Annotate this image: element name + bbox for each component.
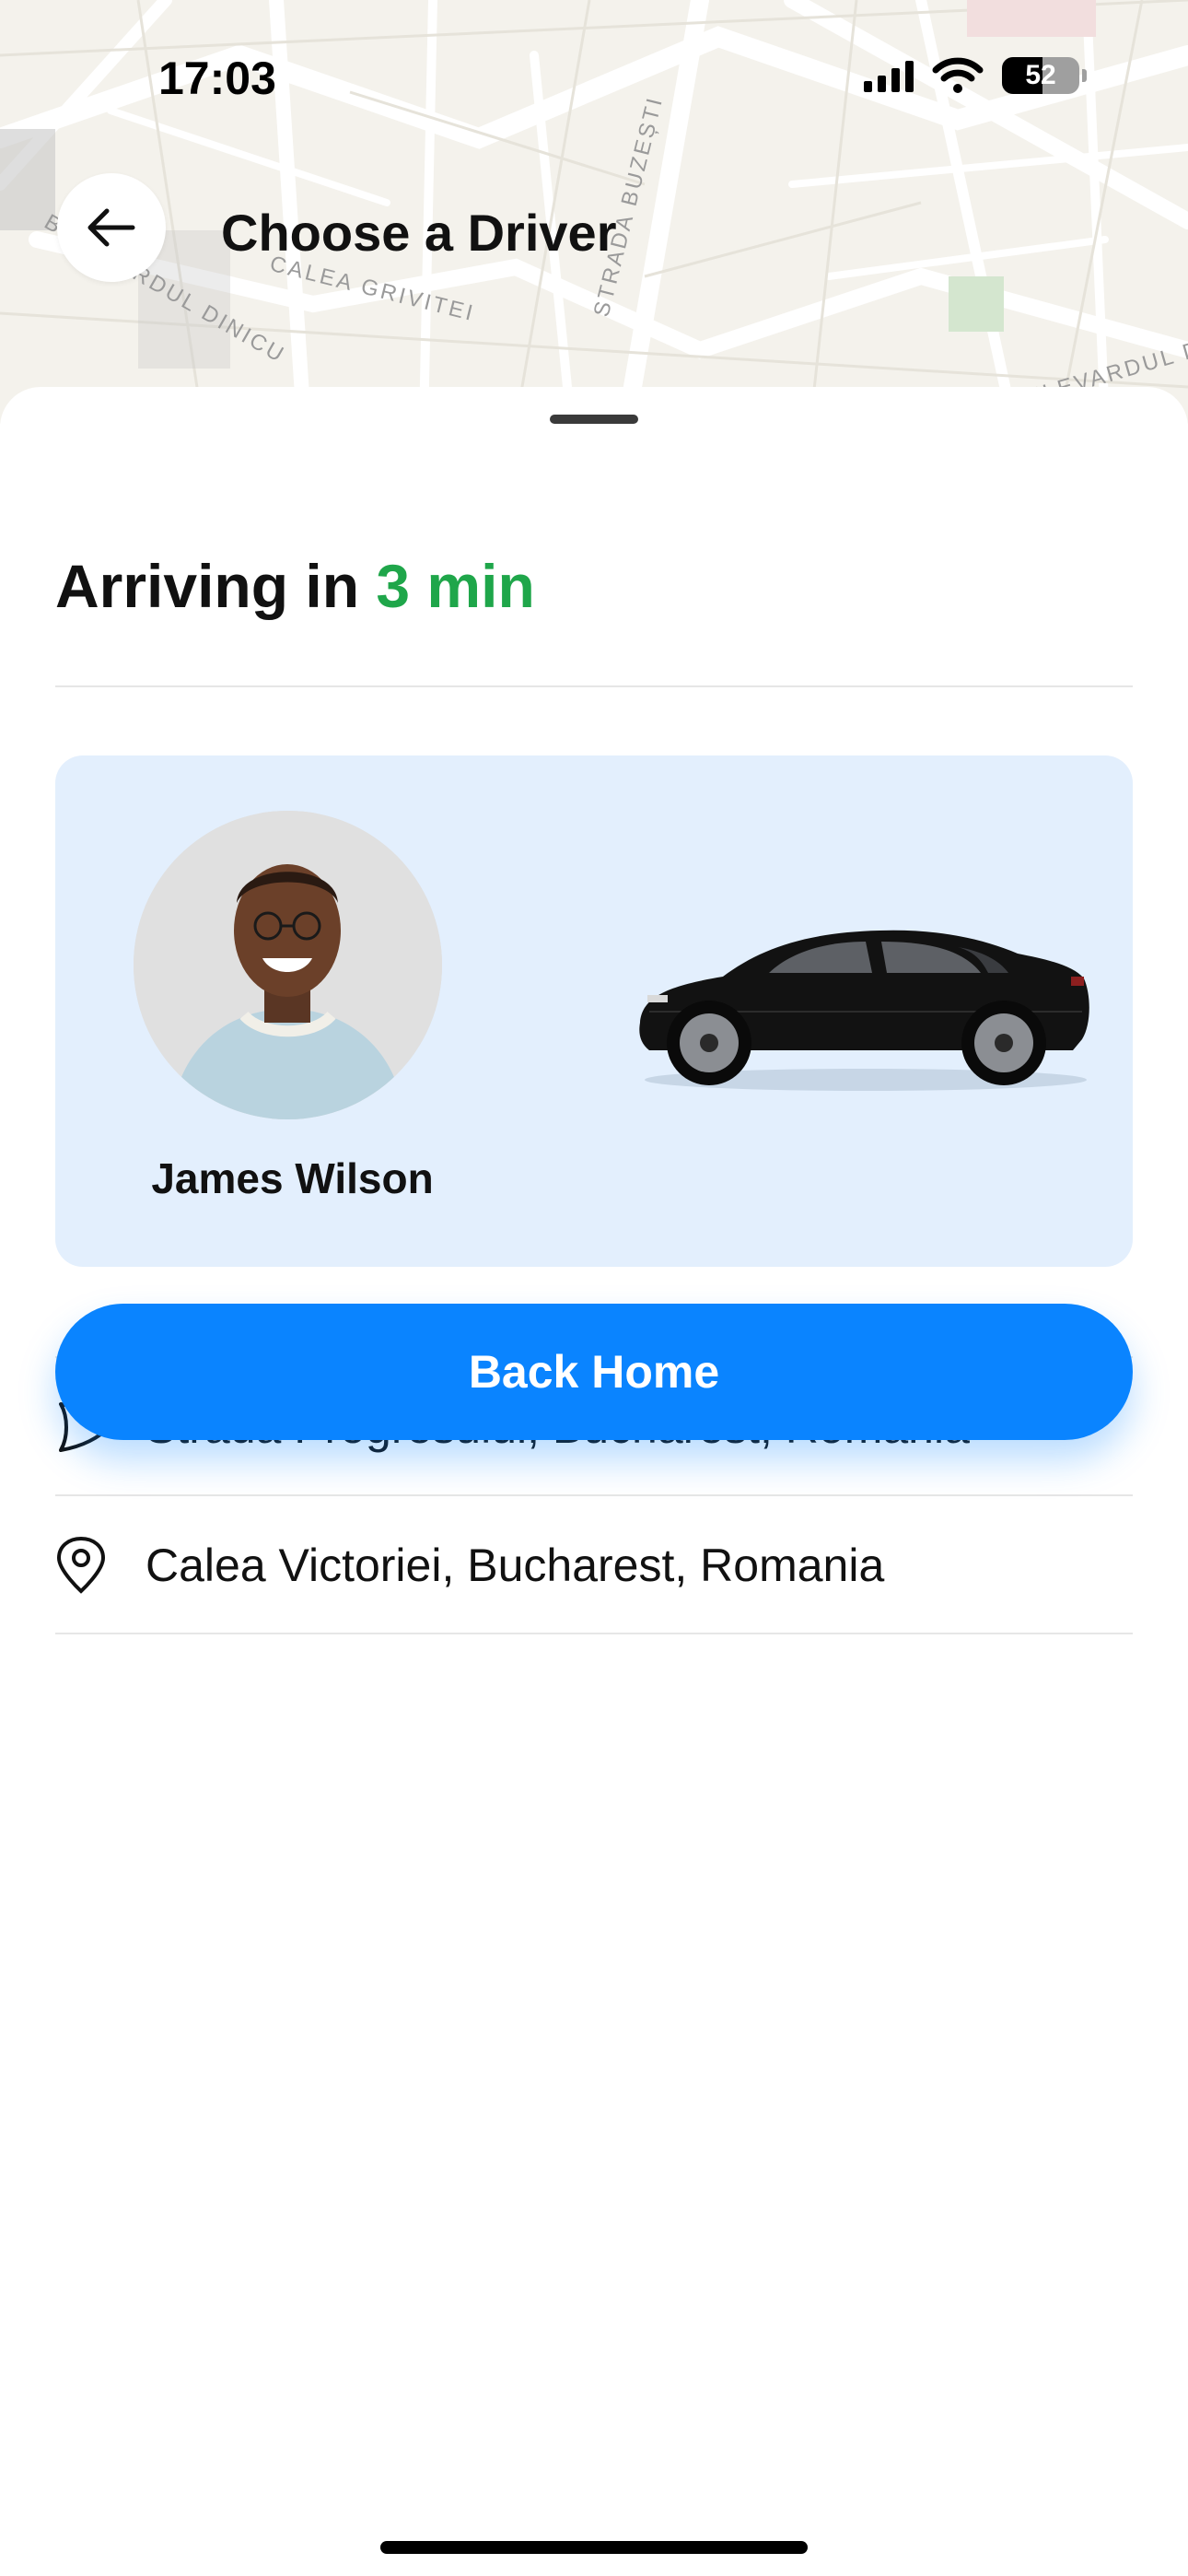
driver-card[interactable]: James Wilson: [55, 755, 1133, 1267]
bottom-sheet: Arriving in 3 min James Wilson Calea Vic…: [0, 387, 1188, 2576]
divider: [55, 1633, 1133, 1634]
battery-level: 52: [1025, 60, 1056, 90]
home-indicator[interactable]: [380, 2541, 808, 2554]
arrow-left-icon: [87, 208, 135, 247]
battery-tip: [1082, 69, 1087, 82]
status-icons: 52: [864, 57, 1087, 94]
back-home-button[interactable]: Back Home: [55, 1304, 1133, 1440]
driver-name: James Wilson: [151, 1154, 434, 1202]
car-image: [639, 930, 1089, 1091]
arrival-status: Arriving in 3 min: [55, 551, 535, 621]
driver-avatar: [134, 811, 442, 1119]
battery-icon: 52: [1002, 57, 1079, 94]
arriving-prefix: Arriving in: [55, 552, 360, 620]
divider: [55, 685, 1133, 687]
status-time: 17:03: [158, 53, 276, 104]
eta-value: 3 min: [376, 552, 535, 620]
back-button[interactable]: [57, 173, 166, 282]
driver-photo: [134, 811, 442, 1119]
sheet-drag-handle[interactable]: [550, 415, 638, 424]
destination-address: Calea Victoriei, Bucharest, Romania: [146, 1540, 885, 1591]
destination-location-row[interactable]: Calea Victoriei, Bucharest, Romania: [55, 1496, 1133, 1634]
map-pin-icon: [55, 1533, 120, 1598]
wifi-icon: [932, 57, 984, 93]
cellular-signal-icon: [864, 59, 914, 92]
page-title: Choose a Driver: [221, 204, 617, 262]
